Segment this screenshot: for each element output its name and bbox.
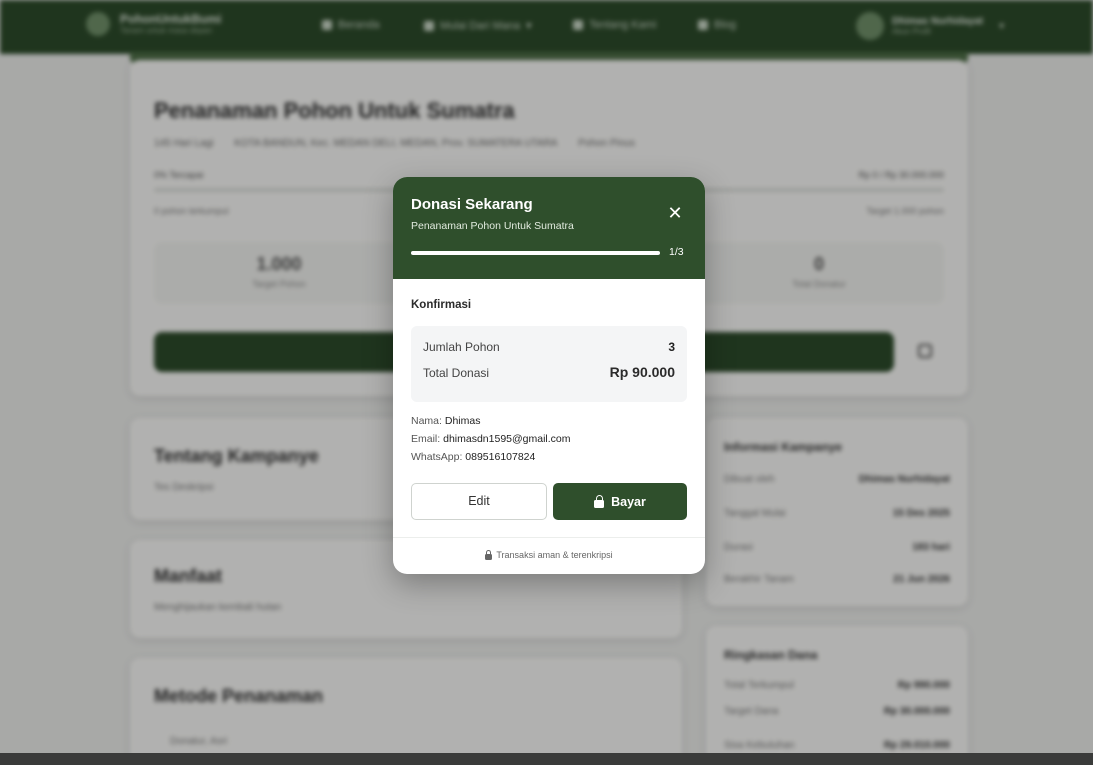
total-row: Total Donasi Rp 90.000 xyxy=(423,364,675,380)
edit-button[interactable]: Edit xyxy=(411,483,547,520)
divider xyxy=(393,537,705,538)
modal-title: Donasi Sekarang xyxy=(411,196,533,213)
total-label: Total Donasi xyxy=(423,366,490,380)
modal-subtitle: Penanaman Pohon Untuk Sumatra xyxy=(411,220,574,232)
step-progress-bar xyxy=(411,251,660,255)
tree-count-label: Jumlah Pohon xyxy=(423,340,500,354)
donor-email: Email: dhimasdn1595@gmail.com xyxy=(411,433,571,445)
pay-button-label: Bayar xyxy=(611,494,646,509)
secure-note: Transaksi aman & terenkripsi xyxy=(393,549,705,560)
donation-summary: Jumlah Pohon 3 Total Donasi Rp 90.000 xyxy=(411,326,687,402)
step-indicator: 1/3 xyxy=(669,246,684,258)
modal-header: Donasi Sekarang Penanaman Pohon Untuk Su… xyxy=(393,177,705,279)
lock-icon xyxy=(485,549,493,560)
donor-name: Nama: Dhimas xyxy=(411,415,481,427)
section-title: Konfirmasi xyxy=(411,299,472,311)
total-amount: Rp 90.000 xyxy=(609,364,675,380)
donation-modal: Donasi Sekarang Penanaman Pohon Untuk Su… xyxy=(393,177,705,574)
tree-count-value: 3 xyxy=(668,340,675,354)
bottom-bar xyxy=(0,753,1093,765)
pay-button[interactable]: Bayar xyxy=(553,483,687,520)
lock-icon xyxy=(594,494,605,508)
donor-whatsapp: WhatsApp: 089516107824 xyxy=(411,451,536,463)
tree-count-row: Jumlah Pohon 3 xyxy=(423,340,675,354)
secure-note-text: Transaksi aman & terenkripsi xyxy=(496,550,613,560)
close-icon[interactable]: ✕ xyxy=(665,203,685,223)
